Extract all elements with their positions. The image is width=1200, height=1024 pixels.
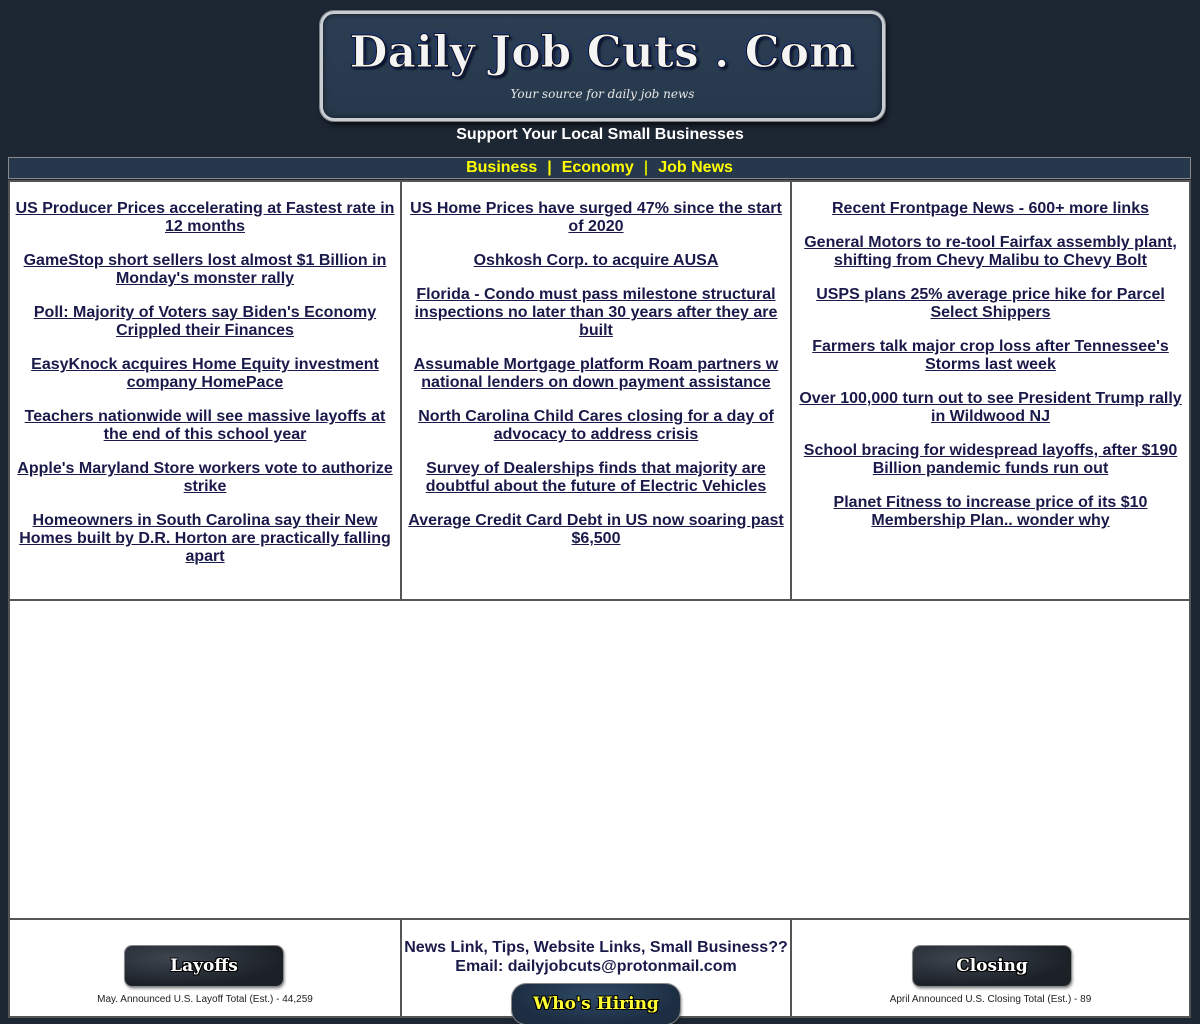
contact-email[interactable]: Email: dailyjobcuts@protonmail.com [402,957,790,976]
news-link[interactable]: General Motors to re-tool Fairfax assemb… [796,234,1185,270]
news-column-right: Recent Frontpage News - 600+ more links … [790,182,1189,599]
news-link[interactable]: Survey of Dealerships finds that majorit… [406,460,786,496]
news-link[interactable]: GameStop short sellers lost almost $1 Bi… [14,252,396,288]
news-link[interactable]: Planet Fitness to increase price of its … [796,494,1185,530]
news-link[interactable]: Farmers talk major crop loss after Tenne… [796,338,1185,374]
logo-tagline: Your source for daily job news [510,87,695,101]
whos-hiring-button[interactable]: Who's Hiring [512,984,680,1024]
layoffs-button[interactable]: Layoffs [125,946,283,986]
logo-title: Daily Job Cuts . Com [349,27,856,78]
news-link[interactable]: Homeowners in South Carolina say their N… [14,512,396,566]
recent-frontpage-link[interactable]: Recent Frontpage News - 600+ more links [796,200,1185,218]
nav-business[interactable]: Business [466,159,537,176]
news-link[interactable]: Florida - Condo must pass milestone stru… [406,286,786,340]
news-link[interactable]: Assumable Mortgage platform Roam partner… [406,356,786,392]
bottom-section: Layoffs May. Announced U.S. Layoff Total… [8,918,1191,1024]
news-link[interactable]: EasyKnock acquires Home Equity investmen… [14,356,396,392]
news-link[interactable]: North Carolina Child Cares closing for a… [406,408,786,444]
category-nav: Business | Economy | Job News [8,157,1191,179]
news-link[interactable]: Oshkosh Corp. to acquire AUSA [406,252,786,270]
news-link[interactable]: Teachers nationwide will see massive lay… [14,408,396,444]
news-link[interactable]: US Producer Prices accelerating at Faste… [14,200,396,236]
news-table: US Producer Prices accelerating at Faste… [8,180,1191,601]
news-link[interactable]: School bracing for widespread layoffs, a… [796,442,1185,478]
news-link[interactable]: Apple's Maryland Store workers vote to a… [14,460,396,496]
contact-info: News Link, Tips, Website Links, Small Bu… [402,920,790,976]
ad-space [8,601,1191,919]
nav-separator: | [547,159,552,176]
news-link[interactable]: Over 100,000 turn out to see President T… [796,390,1185,426]
site-logo[interactable]: Daily Job Cuts . Com Your source for dai… [320,11,885,121]
news-column-middle: US Home Prices have surged 47% since the… [400,182,790,599]
nav-separator: | [643,159,649,176]
news-link[interactable]: US Home Prices have surged 47% since the… [406,200,786,236]
news-link[interactable]: Average Credit Card Debt in US now soari… [406,512,786,548]
support-banner-text: Support Your Local Small Businesses [456,126,744,143]
layoffs-cell: Layoffs May. Announced U.S. Layoff Total… [10,920,400,1016]
news-link[interactable]: Poll: Majority of Voters say Biden's Eco… [14,304,396,340]
nav-job-news[interactable]: Job News [658,159,733,176]
nav-economy[interactable]: Economy [562,159,634,176]
news-column-left: US Producer Prices accelerating at Faste… [10,182,400,599]
closing-cell: Closing April Announced U.S. Closing Tot… [790,920,1189,1016]
news-link[interactable]: USPS plans 25% average price hike for Pa… [796,286,1185,322]
contact-prompt: News Link, Tips, Website Links, Small Bu… [404,939,788,956]
contact-cell: News Link, Tips, Website Links, Small Bu… [400,920,790,1024]
closing-button[interactable]: Closing [913,946,1071,986]
